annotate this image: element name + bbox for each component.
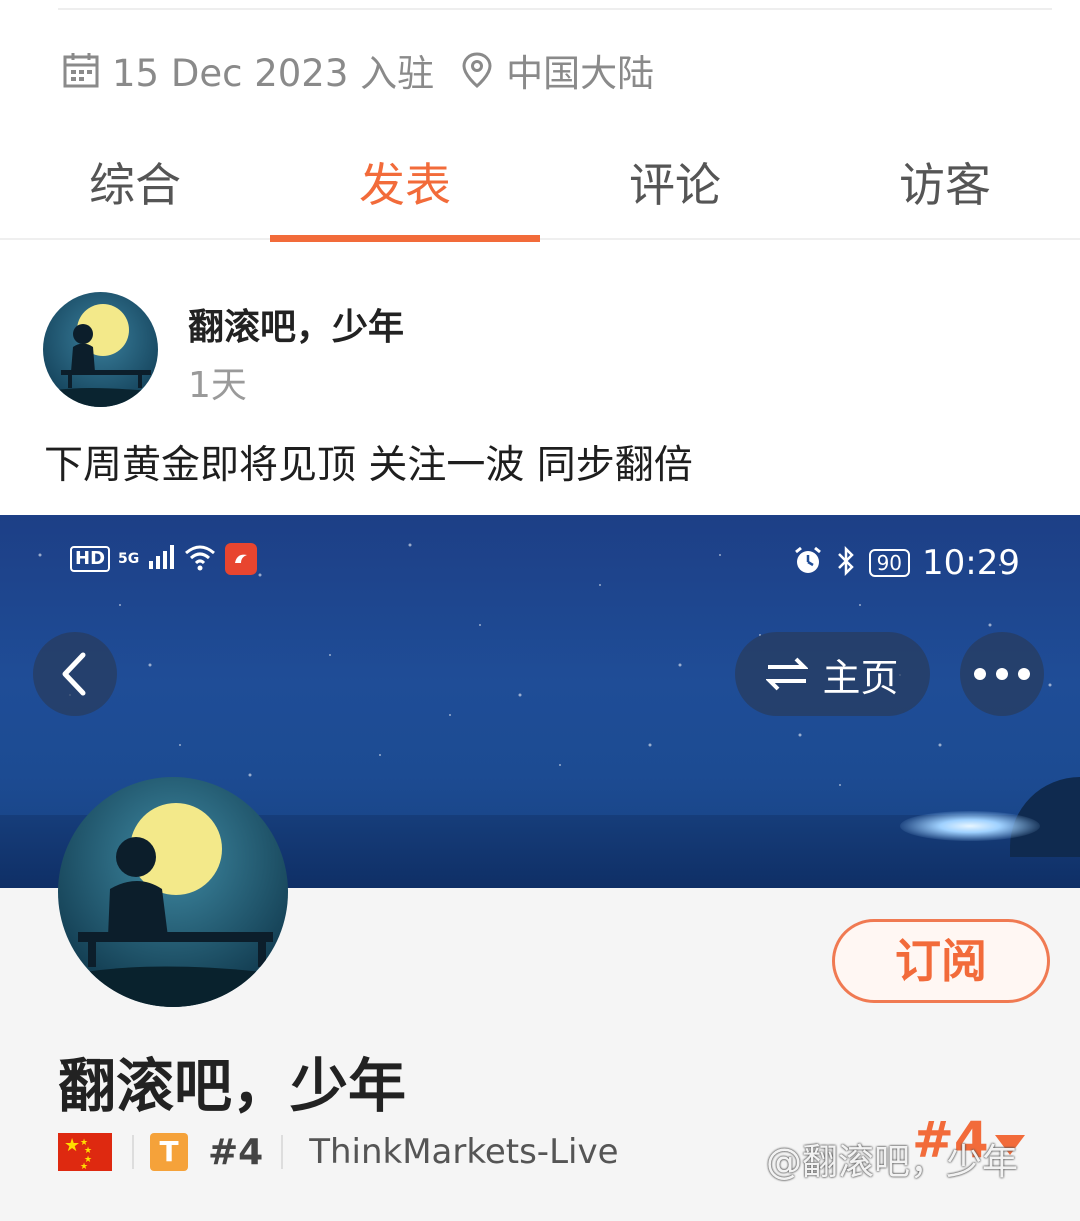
location: 中国大陆: [506, 52, 655, 95]
watermark: @翻滚吧，少年: [766, 1142, 1019, 1183]
tab-label: 发表: [359, 158, 451, 212]
profile-tabs: 综合 发表 评论 访客: [0, 150, 1080, 242]
tab-label: 综合: [89, 158, 181, 212]
tab-label: 访客: [899, 158, 991, 212]
post-author-avatar[interactable]: [43, 292, 158, 407]
join-date: 15 Dec 2023 入驻: [112, 52, 435, 95]
back-chevron-icon: [62, 652, 86, 696]
location-pin-icon: [460, 51, 494, 89]
post-author-name[interactable]: 翻滚吧，少年: [188, 298, 404, 350]
subscribe-button[interactable]: 订阅: [832, 919, 1050, 1003]
profile-meta: 15 Dec 2023 入驻 中国大陆: [62, 44, 654, 96]
status-clock: 10:29: [922, 543, 1020, 583]
divider: [281, 1135, 284, 1169]
profile-avatar[interactable]: [58, 777, 288, 1007]
tab-posts[interactable]: 发表: [270, 150, 540, 242]
app-notification-icon: [225, 543, 258, 575]
active-tab-indicator: [270, 235, 540, 242]
calendar-icon: [62, 51, 100, 89]
post-image[interactable]: HD 5G 90 10:29 主页 订阅 翻滚吧，少年 ★ ★ ★ ★ ★ T …: [0, 515, 1080, 1221]
rank-label: #4: [208, 1131, 264, 1173]
post-time: 1天: [188, 365, 247, 406]
china-flag-icon: ★ ★ ★ ★ ★: [58, 1133, 112, 1172]
wifi-icon: [183, 543, 217, 575]
status-bar: HD 5G 90 10:29: [70, 543, 1020, 583]
bluetooth-icon: [835, 545, 857, 580]
horizon-glow: [900, 811, 1040, 841]
home-button-label: 主页: [822, 655, 899, 700]
tab-overview[interactable]: 综合: [0, 150, 270, 240]
alarm-icon: [793, 546, 823, 580]
broker-account: ThinkMarkets-Live: [309, 1132, 619, 1172]
tab-comments[interactable]: 评论: [540, 150, 810, 240]
swap-arrows-icon: [766, 657, 809, 691]
signal-icon: [147, 543, 175, 575]
network-type: 5G: [118, 551, 140, 567]
profile-name: 翻滚吧，少年: [58, 1052, 407, 1120]
home-switch-button[interactable]: 主页: [735, 632, 930, 716]
more-options-button[interactable]: [960, 632, 1044, 716]
more-dots-icon: [974, 668, 1030, 680]
hd-indicator: HD: [70, 546, 111, 572]
tab-label: 评论: [629, 158, 721, 212]
tier-badge: T: [150, 1133, 188, 1171]
post-text[interactable]: 下周黄金即将见顶 关注一波 同步翻倍: [44, 434, 693, 490]
tab-visitors[interactable]: 访客: [810, 150, 1080, 240]
divider: [132, 1135, 134, 1169]
profile-badges: ★ ★ ★ ★ ★ T #4 ThinkMarkets-Live: [58, 1127, 619, 1177]
battery-indicator: 90: [868, 549, 911, 577]
top-divider: [58, 8, 1052, 10]
back-button[interactable]: [33, 632, 117, 716]
